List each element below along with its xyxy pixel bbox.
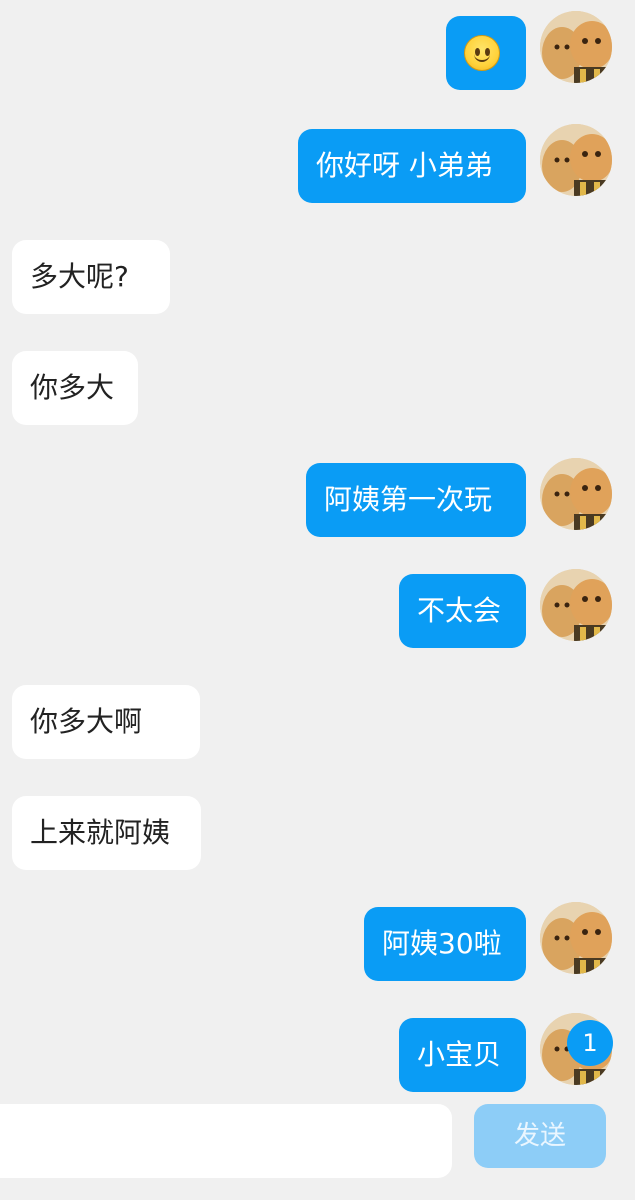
chat-message-list[interactable]: 你好呀 小弟弟 多大呢? 你多大 阿姨第一次玩 不太会 你多大啊 上来就阿姨 阿… [0,0,635,1092]
message-input[interactable] [0,1104,452,1178]
message-bubble[interactable]: 你好呀 小弟弟 [298,129,526,203]
cat-avatar[interactable] [540,569,612,641]
smiley-emoji-icon [464,35,500,71]
message-bubble[interactable]: 不太会 [399,574,526,648]
cat-avatar[interactable] [540,902,612,974]
message-bubble[interactable]: 小宝贝 [399,1018,526,1092]
send-button[interactable]: 发送 [474,1104,606,1168]
message-bubble[interactable]: 阿姨30啦 [364,907,526,981]
cat-avatar[interactable] [540,124,612,196]
unread-badge[interactable]: 1 [567,1020,613,1066]
message-bubble[interactable] [446,16,526,90]
message-composer: 发送 [0,1092,635,1200]
cat-avatar[interactable] [540,11,612,83]
message-bubble[interactable]: 多大呢? [12,240,170,314]
message-bubble[interactable]: 你多大啊 [12,685,200,759]
cat-avatar[interactable] [540,458,612,530]
message-bubble[interactable]: 上来就阿姨 [12,796,201,870]
message-bubble[interactable]: 你多大 [12,351,138,425]
message-bubble[interactable]: 阿姨第一次玩 [306,463,526,537]
